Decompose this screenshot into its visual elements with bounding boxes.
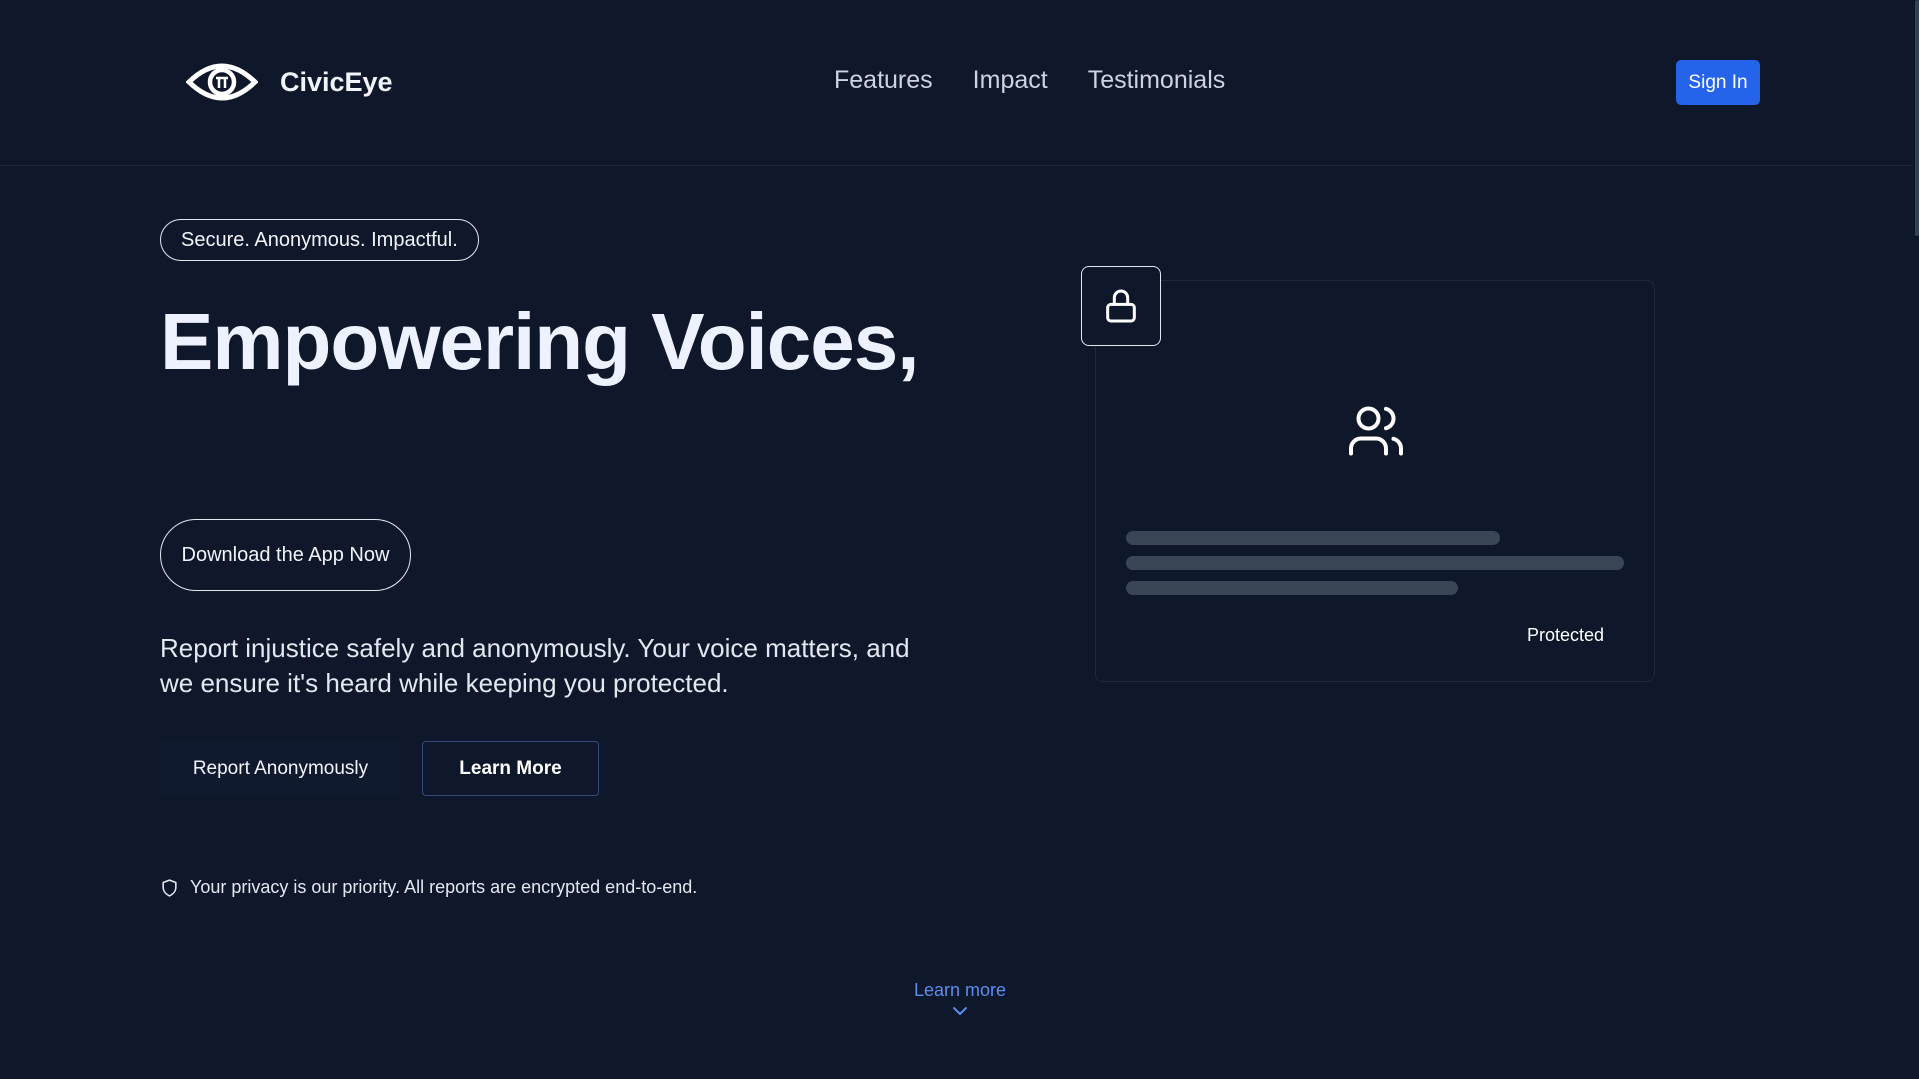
eye-icon — [186, 63, 258, 101]
placeholder-line — [1126, 581, 1458, 595]
lock-icon — [1106, 289, 1136, 323]
scroll-learn-more-label: Learn more — [913, 980, 1007, 1000]
chevron-down-icon — [953, 1007, 967, 1015]
brand-name: CivicEye — [280, 66, 393, 97]
users-icon — [1349, 406, 1403, 456]
sign-in-button[interactable]: Sign In — [1676, 60, 1760, 105]
placeholder-line — [1126, 556, 1624, 570]
brand-logo[interactable]: CivicEye — [186, 59, 393, 105]
hero-headline: Empowering Voices, — [160, 297, 919, 386]
protection-card: Protected — [1095, 280, 1655, 682]
report-anonymously-button[interactable]: Report Anonymously — [160, 741, 401, 796]
site-header: CivicEye Features Impact Testimonials Si… — [0, 0, 1912, 166]
status-label: Protected — [1526, 625, 1604, 645]
nav-link-features[interactable]: Features — [834, 66, 933, 95]
learn-more-button[interactable]: Learn More — [422, 741, 599, 796]
nav-link-impact[interactable]: Impact — [973, 66, 1048, 95]
main-nav: Features Impact Testimonials — [834, 66, 1225, 95]
placeholder-line — [1126, 531, 1500, 545]
hero-description: Report injustice safely and anonymously.… — [160, 633, 910, 698]
lock-badge — [1081, 266, 1161, 346]
scrollbar-thumb[interactable] — [1915, 0, 1919, 236]
tagline-badge: Secure. Anonymous. Impactful. — [160, 219, 479, 261]
nav-link-testimonials[interactable]: Testimonials — [1088, 66, 1226, 95]
privacy-note: Your privacy is our priority. All report… — [160, 877, 697, 898]
download-app-button[interactable]: Download the App Now — [160, 519, 411, 591]
privacy-note-text: Your privacy is our priority. All report… — [190, 877, 698, 897]
shield-icon — [162, 878, 177, 897]
scroll-learn-more-link[interactable]: Learn more — [900, 980, 1020, 1017]
